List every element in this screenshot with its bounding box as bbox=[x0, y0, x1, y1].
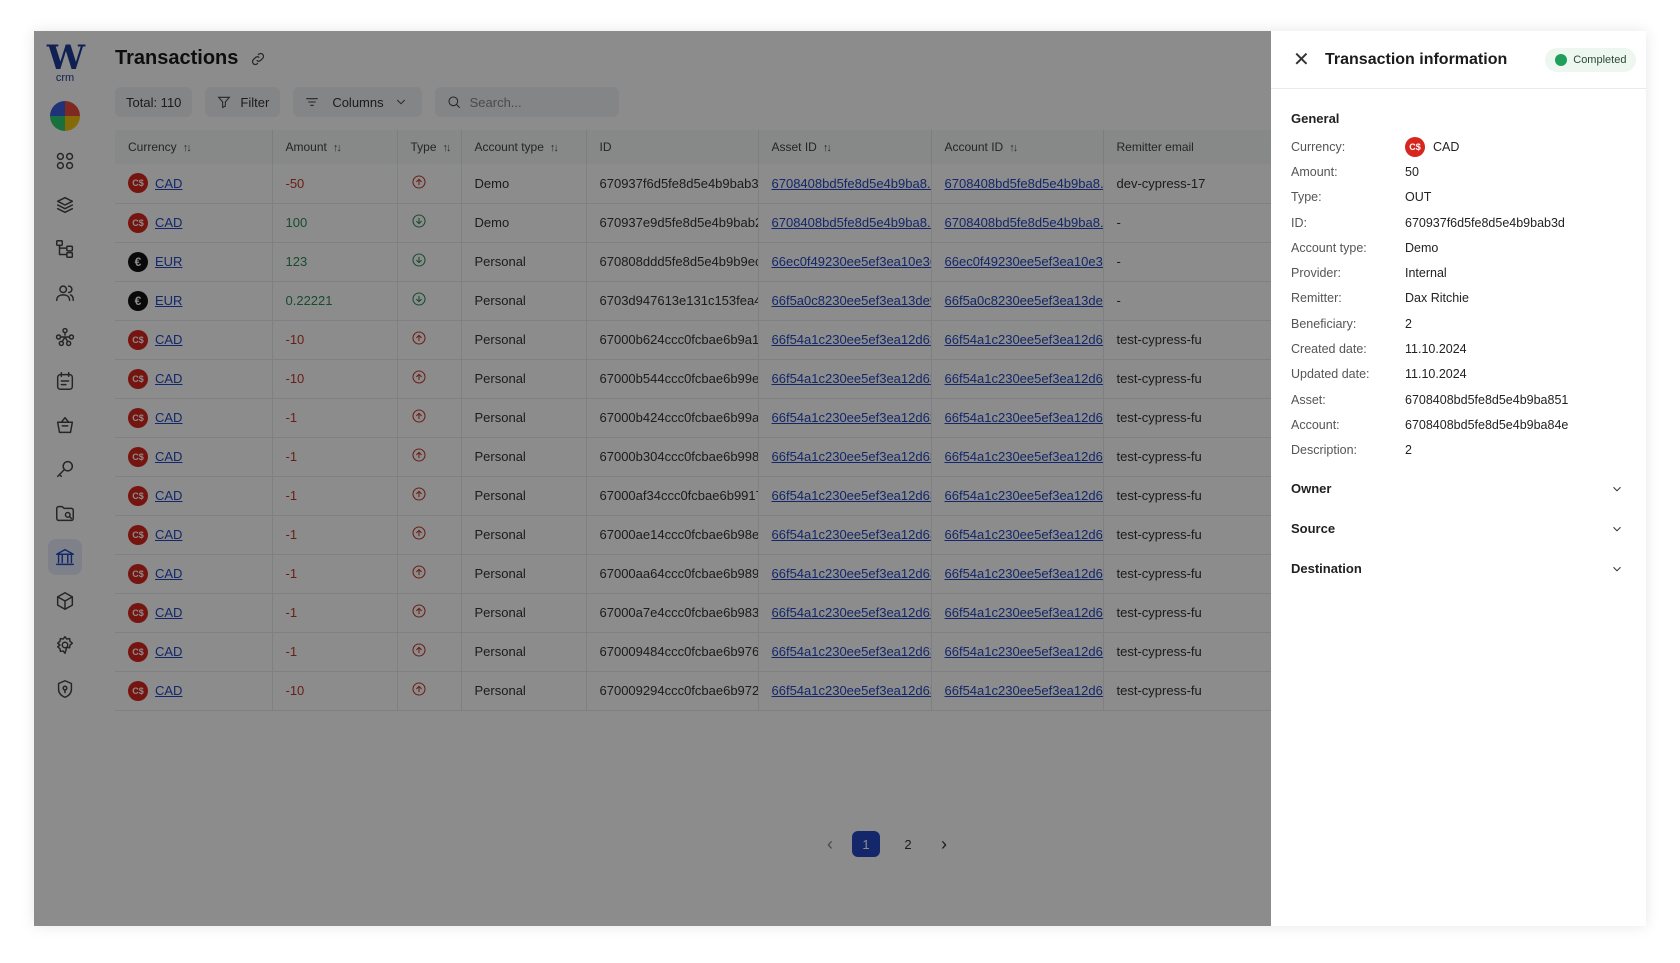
info-key: Beneficiary: bbox=[1291, 316, 1357, 331]
info-row: ID: 670937f6d5fe8d5e4b9bab3d bbox=[1291, 210, 1646, 235]
info-value-wrap: 670937f6d5fe8d5e4b9bab3d bbox=[1405, 216, 1565, 230]
transaction-drawer: ✕ Transaction information Completed Gene… bbox=[1271, 31, 1646, 926]
info-row: Description: 2 bbox=[1291, 438, 1646, 463]
general-section-title: General bbox=[1291, 111, 1340, 126]
status-badge: Completed bbox=[1545, 47, 1637, 72]
info-row: Amount: 50 bbox=[1291, 159, 1646, 184]
info-key: Account type: bbox=[1291, 240, 1367, 255]
info-value-wrap: Demo bbox=[1405, 241, 1438, 255]
info-row: Updated date: 11.10.2024 bbox=[1291, 362, 1646, 387]
info-value: 50 bbox=[1405, 164, 1419, 179]
accordion-label: Source bbox=[1291, 521, 1336, 537]
info-key: Created date: bbox=[1291, 342, 1367, 357]
info-value: Dax Ritchie bbox=[1405, 291, 1469, 306]
info-value: 11.10.2024 bbox=[1405, 342, 1467, 357]
status-dot-icon bbox=[1555, 53, 1568, 66]
info-row: Currency: C$ CAD bbox=[1291, 134, 1646, 159]
drawer-title: Transaction information bbox=[1325, 50, 1508, 68]
info-value-wrap: 50 bbox=[1405, 165, 1419, 179]
accordion-owner[interactable]: Owner bbox=[1271, 469, 1646, 509]
status-text: Completed bbox=[1573, 53, 1627, 66]
general-fields: Currency: C$ CAD Amount: 50 Type: OUT ID: 670937… bbox=[1271, 134, 1646, 463]
accordion-destination[interactable]: Destination bbox=[1271, 549, 1646, 589]
accordion-label: Owner bbox=[1291, 481, 1332, 497]
modal-backdrop[interactable] bbox=[34, 31, 1271, 926]
info-value-wrap: 6708408bd5fe8d5e4b9ba851 bbox=[1405, 393, 1568, 407]
info-row: Provider: Internal bbox=[1291, 260, 1646, 285]
info-key: Updated date: bbox=[1291, 367, 1370, 382]
info-value: 2 bbox=[1405, 316, 1412, 331]
info-value: 670937f6d5fe8d5e4b9bab3d bbox=[1405, 215, 1565, 230]
info-value-wrap: OUT bbox=[1405, 190, 1431, 204]
drawer-accordions: Owner Source Destination bbox=[1271, 469, 1646, 589]
info-value: CAD bbox=[1433, 139, 1460, 154]
info-value-wrap: 11.10.2024 bbox=[1405, 367, 1467, 381]
info-value: 6708408bd5fe8d5e4b9ba84e bbox=[1405, 417, 1569, 432]
info-key: ID: bbox=[1291, 215, 1307, 230]
info-row: Asset: 6708408bd5fe8d5e4b9ba851 bbox=[1291, 387, 1646, 412]
drawer-header: ✕ Transaction information Completed bbox=[1271, 31, 1646, 89]
info-key: Asset: bbox=[1291, 392, 1326, 407]
app-frame: W crm Transactions Total: 110 Filter Col… bbox=[34, 31, 1646, 926]
info-value: Demo bbox=[1405, 240, 1439, 255]
info-value: OUT bbox=[1405, 190, 1432, 205]
info-value-wrap: Dax Ritchie bbox=[1405, 291, 1469, 305]
info-value-wrap: 11.10.2024 bbox=[1405, 342, 1467, 356]
chevron-down-icon bbox=[1613, 566, 1621, 572]
chevron-down-icon bbox=[1613, 526, 1621, 532]
accordion-label: Destination bbox=[1291, 561, 1362, 577]
currency-badge-icon: C$ bbox=[1405, 136, 1425, 157]
info-value: 2 bbox=[1405, 443, 1412, 458]
info-row: Created date: 11.10.2024 bbox=[1291, 336, 1646, 361]
info-key: Description: bbox=[1291, 443, 1357, 458]
info-row: Remitter: Dax Ritchie bbox=[1291, 286, 1646, 311]
chevron-down-icon bbox=[1613, 486, 1621, 492]
info-row: Account: 6708408bd5fe8d5e4b9ba84e bbox=[1291, 412, 1646, 437]
info-value-wrap: 2 bbox=[1405, 317, 1412, 331]
info-row: Beneficiary: 2 bbox=[1291, 311, 1646, 336]
info-value-wrap: Internal bbox=[1405, 266, 1447, 280]
info-key: Amount: bbox=[1291, 164, 1338, 179]
info-key: Type: bbox=[1291, 190, 1322, 205]
info-key: Account: bbox=[1291, 417, 1340, 432]
info-value-wrap: 2 bbox=[1405, 443, 1412, 457]
close-icon[interactable]: ✕ bbox=[1293, 47, 1313, 72]
info-row: Type: OUT bbox=[1291, 185, 1646, 210]
info-value: Internal bbox=[1405, 266, 1447, 281]
info-value-wrap: C$ CAD bbox=[1405, 136, 1460, 157]
info-key: Currency: bbox=[1291, 139, 1346, 154]
info-value: 6708408bd5fe8d5e4b9ba851 bbox=[1405, 392, 1569, 407]
info-value: 11.10.2024 bbox=[1405, 367, 1467, 382]
accordion-source[interactable]: Source bbox=[1271, 509, 1646, 549]
info-key: Provider: bbox=[1291, 266, 1342, 281]
info-key: Remitter: bbox=[1291, 291, 1342, 306]
info-value-wrap: 6708408bd5fe8d5e4b9ba84e bbox=[1405, 418, 1568, 432]
info-row: Account type: Demo bbox=[1291, 235, 1646, 260]
